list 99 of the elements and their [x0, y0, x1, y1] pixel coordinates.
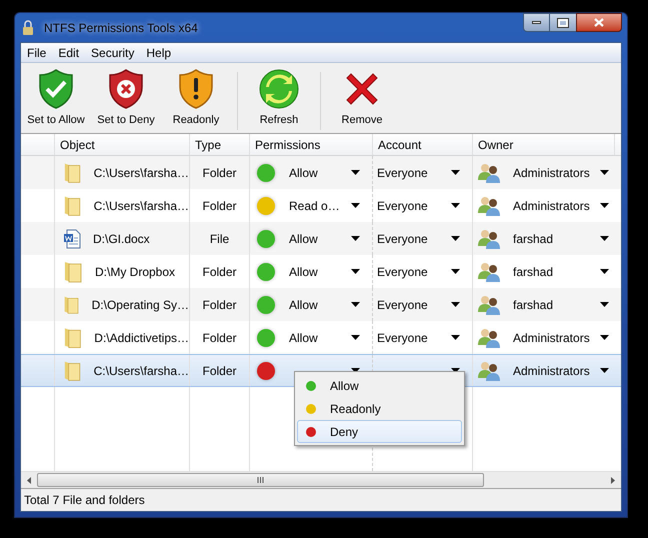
- caret-icon: [600, 302, 609, 307]
- owner-dropdown[interactable]: Administrators: [513, 362, 590, 380]
- caret-icon: [351, 170, 360, 175]
- menu-item[interactable]: File: [21, 44, 52, 62]
- account-dropdown[interactable]: Everyone: [377, 262, 428, 280]
- table-row[interactable]: D:\Operating Sy… Folder Allow Everyone farshad: [21, 288, 621, 321]
- column-header[interactable]: Permissions: [250, 134, 373, 155]
- toolbar-button[interactable]: Refresh: [244, 68, 314, 128]
- caret-icon: [451, 269, 460, 274]
- users-icon: [477, 228, 501, 250]
- caret-icon: [351, 236, 360, 241]
- account-dropdown[interactable]: Everyone: [377, 296, 428, 314]
- permission-dropdown[interactable]: Allow: [289, 164, 318, 182]
- owner-dropdown[interactable]: farshad: [513, 296, 554, 314]
- column-header[interactable]: Type: [190, 134, 250, 155]
- caret-icon: [351, 269, 360, 274]
- scroll-right-icon: [611, 476, 615, 484]
- account-dropdown[interactable]: Everyone: [377, 230, 428, 248]
- toolbar-button[interactable]: Set to Allow: [21, 68, 91, 128]
- caret-icon: [600, 368, 609, 373]
- users-icon: [477, 294, 501, 316]
- menu-item[interactable]: Security: [85, 44, 140, 62]
- owner-dropdown[interactable]: Administrators: [513, 164, 590, 182]
- table-cell-text: D:\Operating Sy…: [92, 296, 189, 314]
- caret-icon: [600, 203, 609, 208]
- shield-exclamation-icon: [178, 69, 214, 109]
- folder-icon: [63, 326, 82, 350]
- account-dropdown[interactable]: Everyone: [377, 328, 428, 346]
- grip-icon: [257, 477, 264, 483]
- caret-icon: [451, 236, 460, 241]
- maximize-button[interactable]: [550, 13, 576, 32]
- toolbar-button[interactable]: Readonly: [161, 68, 231, 128]
- table-cell-text: C:\Users\farsha…: [94, 198, 189, 214]
- menu-item[interactable]: Help: [140, 44, 178, 62]
- scrollbar-thumb[interactable]: [37, 473, 484, 487]
- lock-icon: [21, 20, 35, 36]
- table-cell-text: D:\Addictivetips…: [94, 330, 189, 346]
- table-cell-text: C:\Users\farsha…: [94, 164, 189, 182]
- column-header[interactable]: Account: [373, 134, 473, 155]
- menu-item[interactable]: Edit: [52, 44, 86, 62]
- close-icon: [594, 18, 604, 27]
- horizontal-scrollbar[interactable]: [21, 471, 621, 488]
- permission-dropdown[interactable]: Read o…: [289, 196, 340, 214]
- caret-icon: [351, 335, 360, 340]
- document-icon: [63, 228, 81, 248]
- owner-dropdown[interactable]: Administrators: [513, 328, 590, 346]
- folder-icon: [63, 260, 83, 284]
- users-icon: [477, 326, 501, 348]
- table-cell-text: Folder: [202, 330, 236, 346]
- users-icon: [477, 260, 501, 282]
- shield-check-icon: [38, 69, 74, 109]
- table-cell-text: D:\GI.docx: [93, 230, 150, 248]
- caret-icon: [451, 170, 460, 175]
- shield-cross-icon: [108, 69, 144, 109]
- table-cell-text: Folder: [202, 296, 236, 314]
- account-dropdown[interactable]: Everyone: [377, 164, 428, 182]
- table-row[interactable]: D:\GI.docx File Allow Everyone farshad: [21, 222, 621, 255]
- column-header[interactable]: Owner: [473, 134, 615, 155]
- caret-icon: [600, 170, 609, 175]
- users-icon: [477, 194, 501, 216]
- caret-icon: [600, 236, 609, 241]
- permission-dropdown[interactable]: Allow: [289, 296, 318, 314]
- menu-option[interactable]: Readonly: [297, 397, 462, 420]
- permission-dropdown[interactable]: Allow: [289, 230, 318, 248]
- table-row[interactable]: C:\Users\farsha… Folder Allow Everyone Administrators: [21, 156, 621, 189]
- caret-icon: [600, 269, 609, 274]
- owner-dropdown[interactable]: Administrators: [513, 196, 590, 214]
- caret-icon: [451, 335, 460, 340]
- owner-dropdown[interactable]: farshad: [513, 230, 554, 248]
- table-cell-text: Folder: [202, 264, 236, 280]
- table-cell-text: Folder: [202, 164, 236, 182]
- caret-icon: [351, 203, 360, 208]
- close-button[interactable]: [576, 13, 622, 32]
- users-icon: [477, 162, 501, 184]
- column-header[interactable]: Object: [55, 134, 190, 155]
- table-cell-text: Folder: [202, 198, 236, 214]
- toolbar-button[interactable]: Set to Deny: [91, 68, 161, 128]
- menu-option-label: Deny: [330, 424, 358, 440]
- window-title: NTFS Permissions Tools x64: [44, 20, 198, 36]
- table-cell-text: File: [210, 230, 230, 248]
- menu-option-label: Readonly: [330, 400, 381, 418]
- users-icon: [477, 360, 501, 382]
- caret-icon: [351, 302, 360, 307]
- owner-dropdown[interactable]: farshad: [513, 262, 554, 280]
- menu-option[interactable]: Deny: [297, 420, 462, 443]
- table-cell-text: D:\My Dropbox: [95, 264, 176, 280]
- table-cell-text: C:\Users\farsha…: [94, 362, 189, 380]
- caret-icon: [451, 302, 460, 307]
- caret-icon: [600, 335, 609, 340]
- caret-icon: [451, 203, 460, 208]
- refresh-icon: [259, 69, 299, 109]
- table-cell-text: Folder: [202, 362, 236, 380]
- status-text: Total 7 File and folders: [24, 492, 145, 509]
- scroll-left-icon: [27, 476, 31, 484]
- toolbar-button[interactable]: Remove: [327, 68, 397, 128]
- permission-dropdown[interactable]: Allow: [289, 328, 318, 346]
- minimize-button[interactable]: [523, 13, 550, 32]
- permission-dropdown[interactable]: Allow: [289, 262, 318, 280]
- account-dropdown[interactable]: Everyone: [377, 196, 428, 214]
